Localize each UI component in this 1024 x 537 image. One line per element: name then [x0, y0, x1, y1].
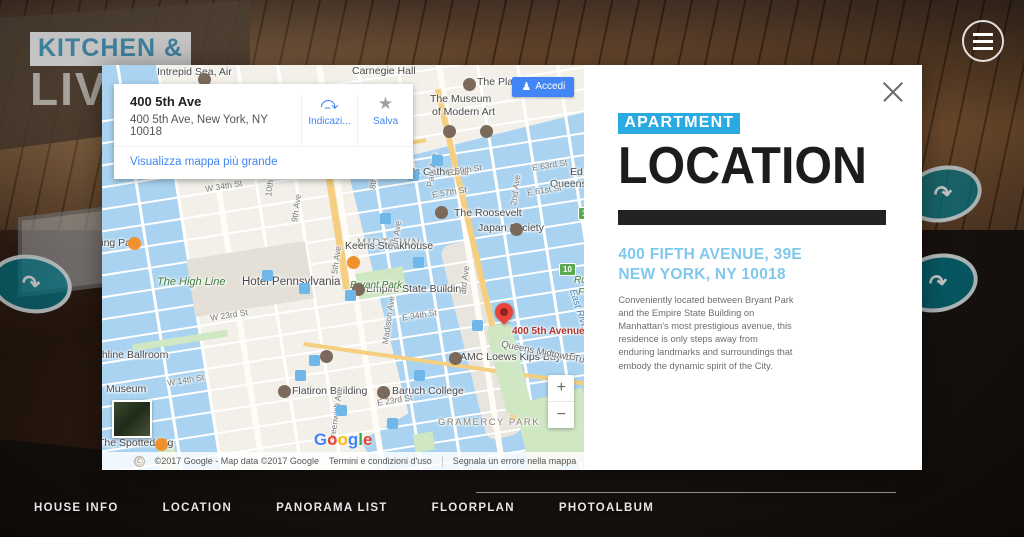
info-card-title: 400 5th Ave: [130, 94, 202, 109]
hamburger-bar: [973, 46, 993, 50]
map-restaurant-icon[interactable]: [347, 256, 360, 269]
zoom-in-button[interactable]: +: [548, 375, 574, 401]
view-larger-map-link[interactable]: Visualizza mappa più grande: [114, 146, 413, 179]
bottom-navigation: HOUSE INFO LOCATION PANORAMA LIST FLOORP…: [0, 479, 1024, 537]
map-transit-icon[interactable]: [309, 355, 320, 366]
map-restaurant-icon[interactable]: [155, 438, 168, 451]
nav-item-floorplan[interactable]: FLOORPLAN: [432, 502, 515, 514]
close-icon[interactable]: [876, 75, 910, 109]
map-transit-icon[interactable]: [345, 290, 356, 301]
address-line-2: NEW YORK, NY 10018: [618, 265, 786, 283]
google-watermark: Google: [313, 430, 373, 449]
hamburger-bar: [973, 39, 993, 43]
map-report-error-link[interactable]: Segnala un errore nella mappa: [453, 456, 577, 466]
map-info-card: 400 5th Ave 400 5th Ave, New York, NY 10…: [114, 84, 413, 179]
page-title: LOCATION: [618, 137, 868, 195]
map-zoom-controls: + −: [548, 375, 575, 428]
hamburger-bar: [973, 32, 993, 36]
map-poi-icon[interactable]: [320, 350, 333, 363]
map-poi-icon[interactable]: [510, 223, 523, 236]
save-label: Salva: [372, 116, 398, 127]
map-satellite-thumbnail[interactable]: [112, 400, 152, 438]
map-marker-label: 400 5th Avenue: [512, 326, 585, 337]
map-restaurant-icon[interactable]: [128, 237, 141, 250]
map-poi-icon[interactable]: [377, 386, 390, 399]
property-address: 400 FIFTH AVENUE, 39E NEW YORK, NY 10018: [618, 245, 886, 285]
map-transit-icon[interactable]: [432, 155, 443, 166]
nav-item-house-info[interactable]: HOUSE INFO: [34, 502, 119, 514]
map-transit-icon[interactable]: [380, 213, 391, 224]
map-poi-icon[interactable]: [463, 78, 476, 91]
map-transit-icon[interactable]: [299, 283, 310, 294]
modal-sidebar: APARTMENT LOCATION 400 FIFTH AVENUE, 39E…: [584, 65, 922, 470]
nav-item-location[interactable]: LOCATION: [163, 502, 233, 514]
address-line-1: 400 FIFTH AVENUE, 39E: [618, 246, 803, 263]
hamburger-menu-icon[interactable]: [962, 20, 1004, 62]
map-transit-icon[interactable]: [414, 370, 425, 381]
map-transit-icon[interactable]: [336, 405, 347, 416]
person-icon: ♟: [521, 81, 532, 93]
google-map[interactable]: MIDTOWN GRAMERCY PARK Intrepid Sea, Air …: [102, 65, 585, 470]
map-transit-icon[interactable]: [295, 370, 306, 381]
sign-in-button[interactable]: ♟ Accedi: [512, 77, 575, 97]
map-terms-link[interactable]: Termini e condizioni d'uso: [329, 456, 432, 466]
directions-icon: ⤼: [320, 94, 339, 113]
map-attribution-bar: Ⓒ ©2017 Google - Map data ©2017 Google T…: [102, 452, 585, 470]
map-transit-icon[interactable]: [262, 270, 273, 281]
nav-item-panorama-list[interactable]: PANORAMA LIST: [276, 502, 387, 514]
map-transit-icon[interactable]: [387, 418, 398, 429]
google-info-icon: Ⓒ: [133, 455, 145, 467]
attribution-divider: [441, 455, 443, 467]
map-poi-icon[interactable]: [443, 125, 456, 138]
map-copyright: ©2017 Google - Map data ©2017 Google: [154, 456, 319, 466]
map-poi-icon[interactable]: [435, 206, 448, 219]
map-poi-icon[interactable]: [449, 352, 462, 365]
directions-button[interactable]: ⤼ Indicazi...: [301, 94, 357, 146]
info-card-address: 400 5th Ave, New York, NY 10018: [130, 114, 268, 138]
star-icon: ★: [377, 94, 394, 113]
map-poi-icon[interactable]: [278, 385, 291, 398]
directions-label: Indicazi...: [308, 116, 351, 127]
section-kicker: APARTMENT: [618, 113, 741, 134]
sign-in-label: Accedi: [535, 81, 566, 92]
location-modal: MIDTOWN GRAMERCY PARK Intrepid Sea, Air …: [102, 65, 922, 470]
map-poi-icon[interactable]: [480, 125, 493, 138]
map-transit-icon[interactable]: [413, 257, 424, 268]
property-description: Conveniently located between Bryant Park…: [618, 294, 794, 371]
map-transit-icon[interactable]: [472, 320, 483, 331]
title-divider: [618, 210, 886, 225]
nav-item-photoalbum[interactable]: PHOTOALBUM: [559, 502, 654, 514]
zoom-out-button[interactable]: −: [548, 402, 574, 428]
map-marker-pin-icon: [491, 299, 517, 325]
map-highway-shield: 10: [559, 263, 576, 276]
save-button[interactable]: ★ Salva: [357, 94, 413, 146]
logo-line-1: KITCHEN &: [30, 32, 192, 66]
map-green-gramercy: [413, 431, 436, 453]
